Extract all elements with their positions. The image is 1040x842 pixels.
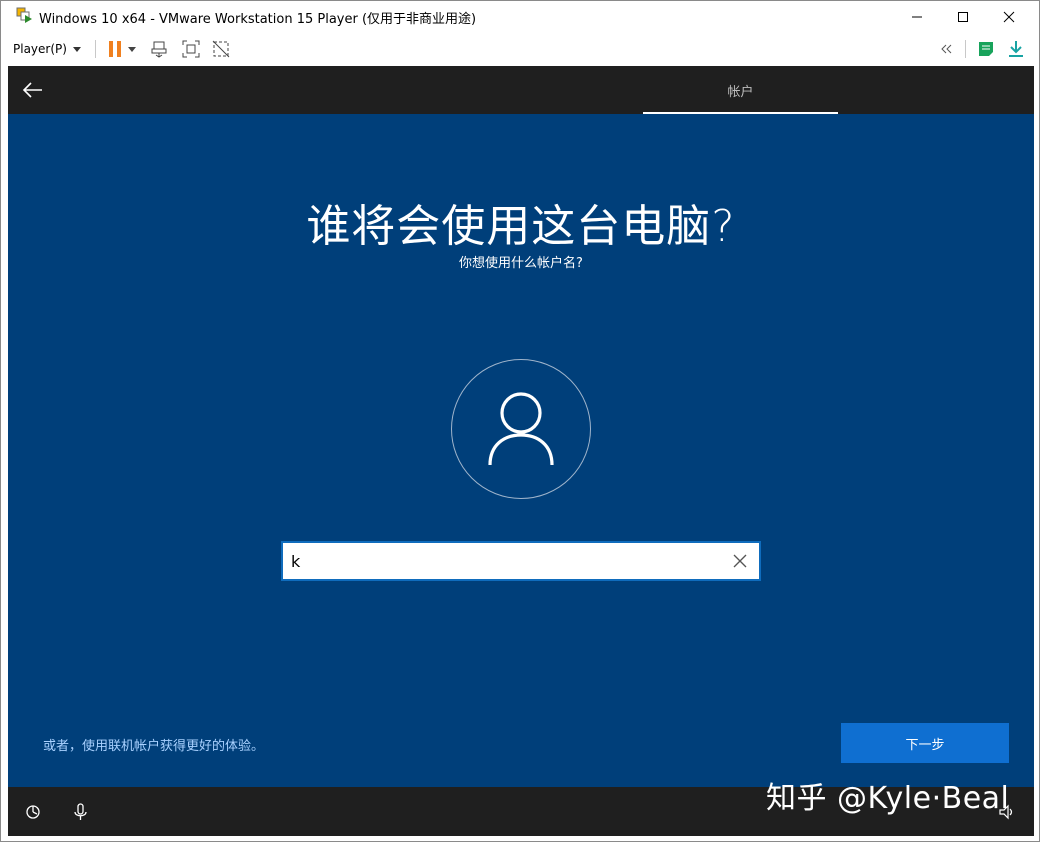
pause-button[interactable] [105,39,125,59]
vmware-toolbar: Player(P) [1,32,1039,66]
ease-of-access-button[interactable] [23,802,43,822]
microphone-icon [74,803,87,820]
collapse-toolbar-button[interactable] [937,39,957,59]
unity-icon [212,40,230,58]
download-button[interactable] [1006,39,1026,59]
notes-button[interactable] [976,39,996,59]
fullscreen-button[interactable] [181,39,201,59]
toolbar-divider [965,40,966,58]
vmware-window: Windows 10 x64 - VMware Workstation 15 P… [0,0,1040,842]
chevron-down-icon [72,46,81,52]
online-account-link[interactable]: 或者，使用联机帐户获得更好的体验。 [43,735,264,754]
ease-of-access-icon [26,805,40,819]
close-button[interactable] [986,1,1032,32]
page-subtitle: 你想使用什么帐户名? [459,256,583,271]
close-icon [1003,11,1015,22]
next-button[interactable]: 下一步 [841,723,1009,763]
send-ctrl-alt-del-icon [151,41,167,58]
minimize-button[interactable] [894,1,940,32]
clear-x-icon [733,554,747,568]
title-bar: Windows 10 x64 - VMware Workstation 15 P… [1,1,1039,32]
unity-button[interactable] [211,39,231,59]
player-menu-label: Player(P) [13,42,67,56]
oobe-header: 帐户 [8,66,1034,114]
fullscreen-icon [182,40,200,58]
notes-icon [979,42,993,56]
page-title: 谁将会使用这台电脑? [306,201,736,252]
account-name-field[interactable] [281,541,761,581]
pause-icon [109,41,121,57]
clear-input-button[interactable] [729,550,751,572]
watermark: 知乎 @Kyle·Beal [766,781,1010,816]
avatar [451,359,591,499]
back-arrow-icon [22,82,42,98]
toolbar-divider [95,40,96,58]
tab-account: 帐户 [727,84,754,100]
vmware-player-icon [16,7,34,25]
maximize-button[interactable] [940,1,986,32]
window-title: Windows 10 x64 - VMware Workstation 15 P… [39,12,477,27]
account-name-input[interactable] [291,549,711,573]
microphone-button[interactable] [71,802,91,822]
send-ctrl-alt-del-button[interactable] [150,39,170,59]
dropdown-caret-icon [128,47,136,52]
user-icon [488,392,554,466]
player-menu[interactable]: Player(P) [13,40,81,58]
download-icon [1009,41,1023,57]
tab-underline [643,112,838,114]
minimize-icon [912,16,922,17]
maximize-icon [958,11,968,22]
vm-screen[interactable]: 帐户 谁将会使用这台电脑? 你想使用什么帐户名? 或者，使用联机帐户获得更好的体… [8,66,1034,836]
pause-dropdown[interactable] [126,39,138,59]
collapse-icon [941,44,952,54]
back-button[interactable] [21,78,45,102]
